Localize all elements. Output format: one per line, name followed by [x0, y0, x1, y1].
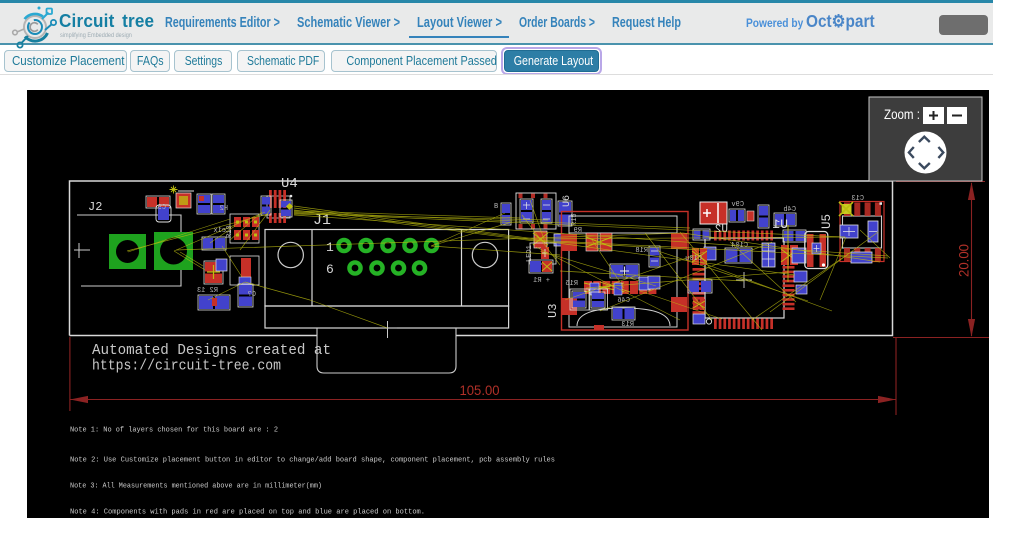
svg-text:105.00: 105.00 [460, 383, 500, 398]
svg-text:6: 6 [326, 262, 334, 277]
svg-text:C9v: C9v [731, 201, 744, 209]
svg-text:https://circuit-tree.com: https://circuit-tree.com [92, 358, 281, 375]
svg-text:C?: C? [248, 291, 256, 299]
svg-text:U2: U2 [715, 224, 728, 236]
svg-text:J2: J2 [88, 200, 102, 214]
svg-text:Zoom :: Zoom : [884, 106, 920, 122]
svg-text:C9: C9 [158, 204, 166, 212]
svg-text:H2: H2 [220, 205, 228, 213]
svg-text:B: B [494, 203, 498, 211]
svg-text:U4: U4 [281, 176, 298, 192]
svg-text:C4b: C4b [783, 206, 796, 214]
svg-text:C13: C13 [851, 195, 864, 203]
svg-text:R9: R9 [574, 227, 582, 235]
svg-text:U3: U3 [546, 304, 560, 318]
svg-text:20.00: 20.00 [957, 244, 972, 277]
svg-text:C10u: C10u [685, 255, 702, 263]
svg-text:U1: U1 [772, 217, 788, 232]
svg-text:Automated Designs created at: Automated Designs created at [92, 342, 331, 359]
svg-text:e1x: e1x [213, 227, 226, 235]
svg-text:LED1: LED1 [526, 245, 534, 262]
svg-text:C46: C46 [617, 297, 630, 305]
svg-text:U5: U5 [820, 214, 834, 229]
svg-text:Note 2: Use Customize placemen: Note 2: Use Customize placement button i… [70, 457, 555, 465]
svg-text:Note 1: No of layers chosen fo: Note 1: No of layers chosen for this boa… [70, 427, 278, 435]
svg-text:1: 1 [326, 240, 334, 255]
svg-text:+ R1: + R1 [533, 277, 550, 285]
svg-text:R15: R15 [571, 213, 579, 226]
svg-text:R13: R13 [621, 321, 634, 329]
svg-text:Note 4: Components with pads i: Note 4: Components with pads in red are … [70, 509, 425, 517]
svg-text:U6: U6 [562, 195, 573, 207]
svg-text:R16: R16 [565, 280, 578, 288]
svg-text:Note 3: All Measurements menti: Note 3: All Measurements mentioned above… [70, 483, 322, 491]
svg-text:R2 13: R2 13 [197, 287, 218, 295]
